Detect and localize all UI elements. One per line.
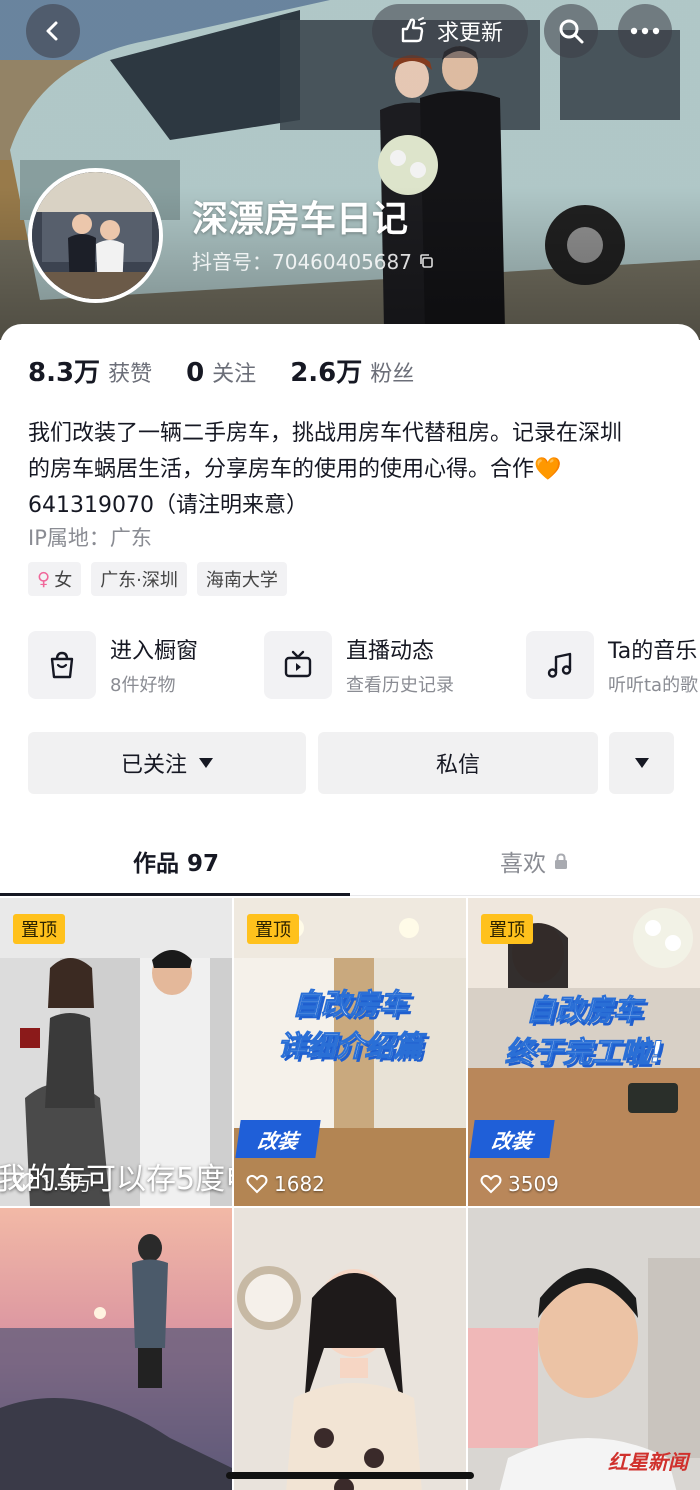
bio-line-3: 641319070（请注明来意） [28,493,308,518]
douyin-id[interactable]: 抖音号：70460405687 [192,246,434,275]
search-button[interactable] [544,4,598,58]
tag-gender-label: 女 [54,570,73,591]
service-live[interactable]: 直播动态 查看历史记录 [264,630,454,700]
service-shop-window[interactable]: 进入橱窗 8件好物 [28,630,198,700]
video-likes-count: 3509 [508,1172,559,1196]
more-button[interactable] [618,4,672,58]
music-note-icon [526,631,594,699]
tab-works[interactable]: 作品 97 [133,844,219,878]
video-thumbnail [0,1208,232,1490]
tab-likes-label: 喜欢 [500,851,546,877]
pinned-badge: 置顶 [13,914,65,944]
service-live-title: 直播动态 [346,639,435,664]
avatar[interactable] [28,168,163,303]
avatar-image [32,172,159,299]
douyin-id-text: 抖音号：70460405687 [192,250,412,274]
back-button[interactable] [26,4,80,58]
stat-likes-value: 8.3万 [28,358,101,388]
stat-followers-label: 粉丝 [370,362,415,387]
stat-followers[interactable]: 2.6万 粉丝 [290,352,414,389]
followed-button[interactable]: 已关注 [28,732,306,794]
video-tile-3[interactable]: 置顶 自改房车 终于完工啦! 改装 3509 [468,898,700,1206]
stat-following-label: 关注 [212,362,257,387]
video-likes-count: 1682 [274,1172,325,1196]
stat-likes-label: 获赞 [108,362,153,387]
action-row: 已关注 私信 [28,732,674,794]
lock-icon [555,852,567,869]
video-likes: 3509 [480,1172,559,1196]
service-shop-title: 进入橱窗 [110,639,199,664]
heart-icon [480,1174,502,1194]
bio-line-2: 的房车蜗居生活，分享房车的使用的使用心得。合作🧡 [28,457,562,482]
message-button[interactable]: 私信 [318,732,598,794]
nickname: 深漂房车日记 [192,199,409,240]
followed-label: 已关注 [120,753,187,778]
video-headline-1: 自改房车 [291,987,408,1022]
ip-location: IP属地：广东 [28,526,152,550]
service-music-title: Ta的音乐 [608,639,698,664]
video-headline-2: 详细介绍篇 [277,1029,423,1064]
tag-school: 海南大学 [196,562,287,596]
video-tile-1[interactable]: 置顶 我的车可以存5度电 1.5万 [0,898,232,1206]
video-tile-5[interactable] [234,1208,466,1490]
profile-tags: ♀ 女 广东·深圳 海南大学 [28,562,287,596]
video-likes: 1.5万 [12,1167,92,1196]
video-tile-4[interactable] [0,1208,232,1490]
video-thumbnail [234,1208,466,1490]
video-headline-2: 终于完工啦! [504,1035,664,1070]
more-dots-icon [630,27,660,35]
pinned-badge: 置顶 [481,914,533,944]
shopping-bag-icon [28,631,96,699]
video-tile-2[interactable]: 置顶 自改房车 详细介绍篇 改装 1682 [234,898,466,1206]
pinned-badge: 置顶 [247,914,299,944]
stat-following-value: 0 [186,358,205,388]
service-music[interactable]: Ta的音乐 听听ta的歌 [526,630,698,700]
service-music-sub: 听听ta的歌 [608,675,699,696]
message-label: 私信 [435,753,480,778]
female-icon: ♀ [37,568,51,590]
watermark: 红星新闻 [608,1450,688,1474]
request-update-label: 求更新 [436,21,503,46]
video-likes-count: 1.5万 [40,1171,92,1195]
tab-indicator [0,893,350,896]
content-tabs: 作品 97 喜欢 [0,838,700,896]
caret-down-icon [634,758,649,768]
stat-following[interactable]: 0 关注 [186,356,256,388]
profile-header: 求更新 深漂房车日记 抖音号：70460405687 [0,0,700,340]
bio: 我们改装了一辆二手房车，挑战用房车代替租房。记录在深圳 的房车蜗居生活，分享房车… [28,416,678,524]
video-likes: 1682 [246,1172,325,1196]
mod-badge: 改装 [235,1120,321,1158]
more-actions-button[interactable] [609,732,674,794]
video-tile-6[interactable]: 红星新闻 [468,1208,700,1490]
tag-gender: ♀ 女 [28,562,82,596]
tv-icon [264,631,332,699]
bio-line-1: 我们改装了一辆二手房车，挑战用房车代替租房。记录在深圳 [28,421,623,446]
chevron-left-icon [46,21,58,41]
copy-icon[interactable] [418,253,434,269]
tab-likes[interactable]: 喜欢 [500,844,568,878]
search-icon [559,19,584,44]
request-update-button[interactable]: 求更新 [372,4,528,58]
heart-icon [246,1174,268,1194]
service-row: 进入橱窗 8件好物 直播动态 查看历史记录 Ta的音乐 听听ta的歌 [28,630,700,700]
stat-likes: 8.3万 获赞 [28,352,152,389]
hand-point-icon [401,17,426,43]
video-headline-1: 自改房车 [525,993,642,1028]
stat-followers-value: 2.6万 [290,358,363,388]
tag-location: 广东·深圳 [91,562,187,596]
service-shop-sub: 8件好物 [110,675,176,696]
caret-down-icon [199,758,213,768]
mod-badge: 改装 [469,1120,555,1158]
heart-icon [12,1172,34,1191]
stats-row: 8.3万 获赞 0 关注 2.6万 粉丝 [28,352,414,389]
home-indicator[interactable] [226,1472,474,1479]
service-live-sub: 查看历史记录 [346,675,454,696]
